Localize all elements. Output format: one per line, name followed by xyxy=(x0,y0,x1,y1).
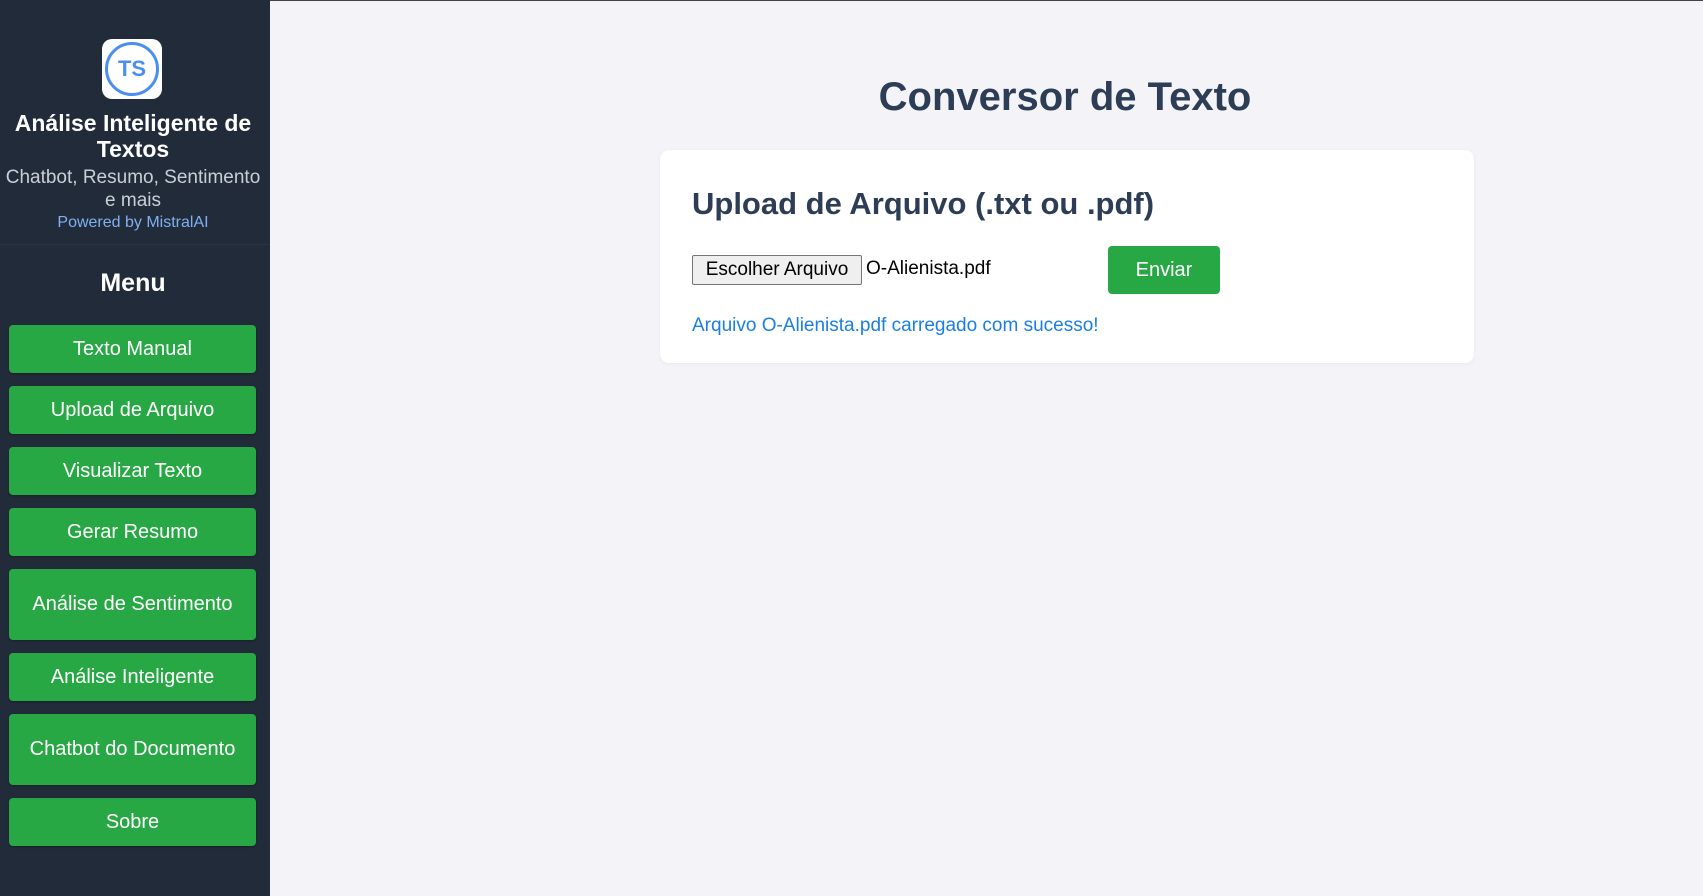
menu-item-texto-manual[interactable]: Texto Manual xyxy=(9,325,256,373)
menu-title: Menu xyxy=(100,269,166,297)
menu-item-analise-inteligente[interactable]: Análise Inteligente xyxy=(9,653,256,701)
submit-button[interactable]: Enviar xyxy=(1108,246,1220,294)
app-title: Análise Inteligente de Textos xyxy=(14,110,252,162)
upload-card-title: Upload de Arquivo (.txt ou .pdf) xyxy=(692,186,1155,221)
upload-status-message: Arquivo O-Alienista.pdf carregado com su… xyxy=(692,315,1099,336)
menu-item-analise-de-sentimento[interactable]: Análise de Sentimento xyxy=(9,569,256,640)
app-logo: TS xyxy=(102,39,162,99)
upload-card: Upload de Arquivo (.txt ou .pdf) Escolhe… xyxy=(660,150,1474,363)
menu-item-upload-de-arquivo[interactable]: Upload de Arquivo xyxy=(9,386,256,434)
page-title: Conversor de Texto xyxy=(878,75,1252,119)
sidebar-divider xyxy=(0,244,270,245)
menu-item-visualizar-texto[interactable]: Visualizar Texto xyxy=(9,447,256,495)
menu-item-sobre[interactable]: Sobre xyxy=(9,798,256,846)
sidebar: TS Análise Inteligente de Textos Chatbot… xyxy=(0,0,270,896)
powered-by-label: Powered by MistralAI xyxy=(57,214,209,231)
logo-text: TS xyxy=(105,42,159,96)
choose-file-button[interactable]: Escolher Arquivo xyxy=(692,255,862,285)
menu-item-gerar-resumo[interactable]: Gerar Resumo xyxy=(9,508,256,556)
selected-file-name: O-Alienista.pdf xyxy=(866,258,991,279)
app-subtitle: Chatbot, Resumo, Sentimento e mais xyxy=(5,167,261,211)
menu-item-chatbot-do-documento[interactable]: Chatbot do Documento xyxy=(9,714,256,785)
